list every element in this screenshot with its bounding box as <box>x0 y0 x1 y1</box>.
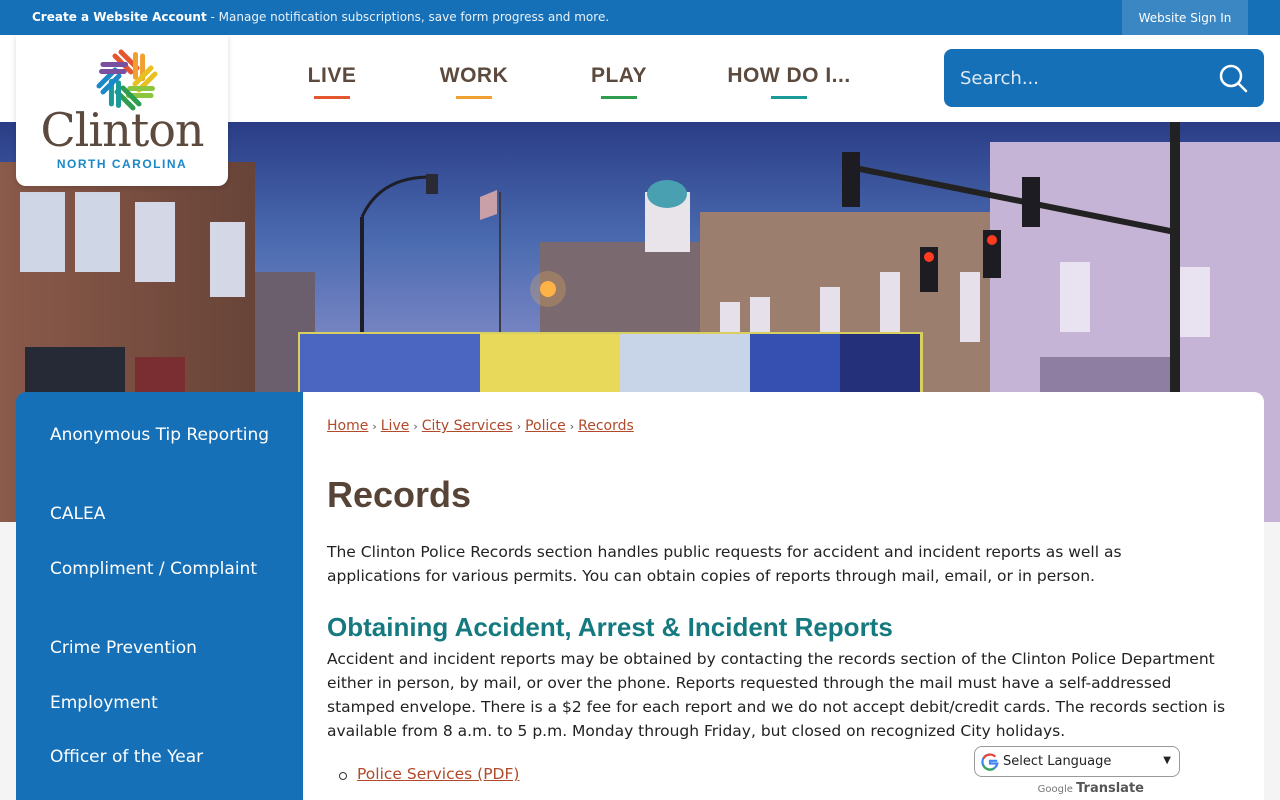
nav-how-do-i-label: HOW DO I... <box>727 64 851 87</box>
breadcrumb: Home › Live › City Services › Police › Records <box>327 418 634 434</box>
breadcrumb-separator: › <box>413 420 418 433</box>
logo-subtitle: NORTH CAROLINA <box>56 157 188 171</box>
translate-link[interactable]: Translate <box>1076 781 1144 796</box>
sidebar-item-officer-of-the-year[interactable]: Officer of the Year <box>50 745 280 770</box>
police-services-pdf-link[interactable]: Police Services (PDF) <box>357 765 519 783</box>
search-icon[interactable] <box>1216 61 1250 95</box>
nav-live-label: LIVE <box>307 64 357 87</box>
nav-live-underline <box>314 96 350 99</box>
search-box <box>944 49 1264 107</box>
powered-by-google-label: Google <box>1037 784 1073 795</box>
logo-wordmark: Clinton <box>40 103 204 157</box>
account-message: Create a Website Account - Manage notifi… <box>32 10 609 24</box>
language-select[interactable]: Select Language ▼ <box>974 746 1180 777</box>
powered-by-google: Google Translate <box>974 781 1180 796</box>
utility-bar: Create a Website Account - Manage notifi… <box>0 0 1280 35</box>
sidebar-item-anonymous-tip[interactable]: Anonymous Tip Reporting <box>50 423 280 448</box>
page-title: Records <box>327 474 472 515</box>
clinton-logo[interactable]: Clinton NORTH CAROLINA <box>16 35 228 186</box>
sidebar-item-employment[interactable]: Employment <box>50 691 280 716</box>
nav-play[interactable]: PLAY <box>569 35 669 122</box>
breadcrumb-separator: › <box>372 420 377 433</box>
create-account-link[interactable]: Create a Website Account <box>32 10 207 24</box>
sidebar-item-compliment-complaint[interactable]: Compliment / Complaint <box>50 557 280 582</box>
main-nav: LIVE WORK PLAY HOW DO I... <box>280 35 869 122</box>
nav-work-label: WORK <box>439 64 509 87</box>
google-translate-widget: Select Language ▼ Google Translate <box>974 746 1180 796</box>
section-paragraph: Accident and incident reports may be obt… <box>327 650 1226 740</box>
nav-play-underline <box>601 96 637 99</box>
google-g-icon <box>981 753 999 771</box>
breadcrumb-city-services[interactable]: City Services <box>422 418 513 434</box>
breadcrumb-separator: › <box>569 420 575 433</box>
nav-work-underline <box>456 96 492 99</box>
sidebar-item-calea[interactable]: CALEA <box>50 502 280 527</box>
breadcrumb-records[interactable]: Records <box>578 418 634 434</box>
sidebar-item-crime-prevention[interactable]: Crime Prevention <box>50 636 280 661</box>
section-heading: Obtaining Accident, Arrest & Incident Re… <box>327 612 893 642</box>
chevron-down-icon: ▼ <box>1163 755 1171 766</box>
nav-play-label: PLAY <box>590 64 648 87</box>
breadcrumb-separator: › <box>516 420 522 433</box>
breadcrumb-police[interactable]: Police <box>525 418 566 434</box>
intro-paragraph: The Clinton Police Records section handl… <box>327 543 1122 585</box>
nav-how-do-i[interactable]: HOW DO I... <box>709 35 869 122</box>
list-item: Police Services (PDF) <box>338 765 519 783</box>
nav-live[interactable]: LIVE <box>280 35 384 122</box>
breadcrumb-home[interactable]: Home <box>327 418 368 434</box>
breadcrumb-live[interactable]: Live <box>381 418 410 434</box>
nav-work[interactable]: WORK <box>419 35 529 122</box>
language-select-label: Select Language <box>1003 754 1112 769</box>
search-input[interactable] <box>944 49 1204 107</box>
nav-how-do-i-underline <box>771 96 807 99</box>
section-sidebar: Anonymous Tip Reporting CALEA Compliment… <box>16 392 303 800</box>
website-sign-in-button[interactable]: Website Sign In <box>1122 0 1248 35</box>
account-message-text: - Manage notification subscriptions, sav… <box>206 10 610 24</box>
main-content: Home › Live › City Services › Police › Records R… <box>303 392 1264 800</box>
